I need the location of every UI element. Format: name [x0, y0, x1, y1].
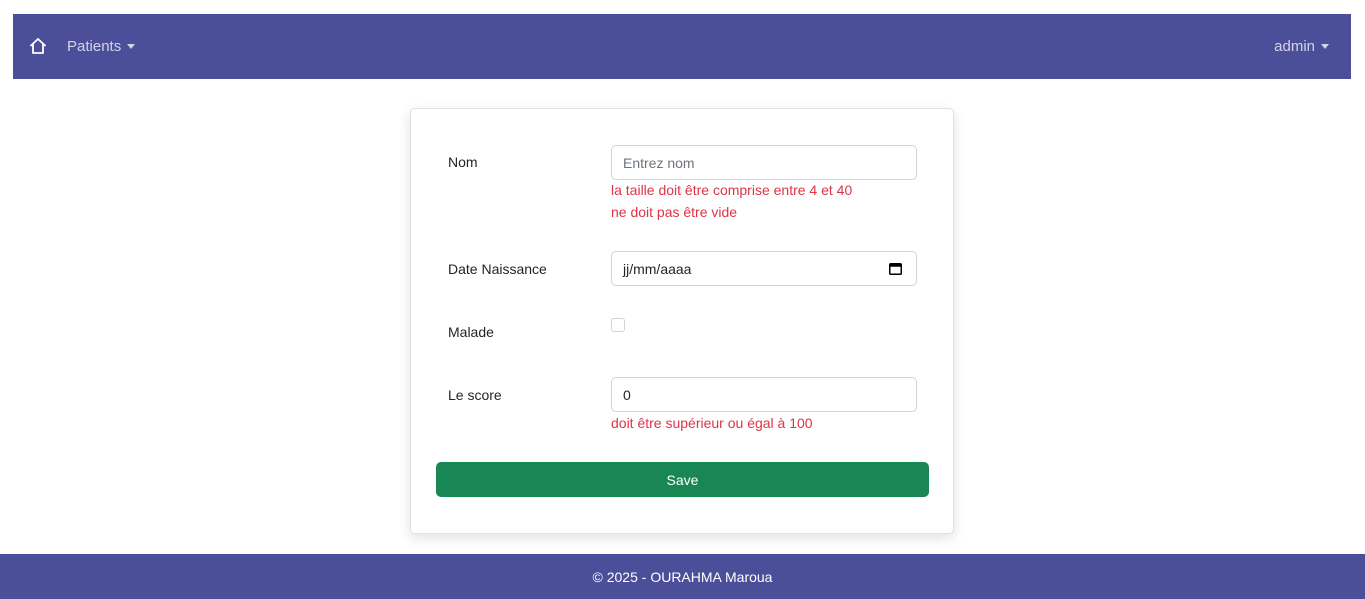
home-icon[interactable]: [29, 37, 47, 55]
patients-dropdown[interactable]: Patients: [67, 38, 136, 55]
date-naissance-label: Date Naissance: [448, 261, 547, 277]
score-input[interactable]: [611, 377, 917, 412]
nom-label: Nom: [448, 154, 478, 170]
footer-copyright: © 2025 - OURAHMA Maroua: [592, 568, 773, 585]
malade-checkbox[interactable]: [611, 318, 625, 332]
chevron-down-icon: [127, 44, 136, 49]
nom-error-empty: ne doit pas être vide: [611, 204, 738, 220]
nom-input[interactable]: [611, 145, 917, 180]
date-naissance-value: jj/mm/aaaa: [623, 260, 692, 277]
admin-dropdown[interactable]: admin: [1274, 38, 1329, 55]
save-button[interactable]: Save: [436, 462, 929, 497]
date-naissance-input[interactable]: jj/mm/aaaa: [611, 251, 917, 286]
calendar-icon[interactable]: [889, 262, 902, 275]
footer: © 2025 - OURAHMA Maroua: [0, 554, 1365, 599]
nom-error-size: la taille doit être comprise entre 4 et …: [611, 182, 853, 198]
top-navbar: Patients admin: [13, 14, 1351, 79]
score-label: Le score: [448, 387, 502, 403]
score-error: doit être supérieur ou égal à 100: [611, 415, 813, 431]
chevron-down-icon: [1321, 44, 1329, 49]
patients-label: Patients: [67, 38, 122, 55]
malade-label: Malade: [448, 324, 494, 340]
admin-label: admin: [1274, 38, 1315, 55]
patient-form-card: Nom la taille doit être comprise entre 4…: [410, 108, 954, 534]
